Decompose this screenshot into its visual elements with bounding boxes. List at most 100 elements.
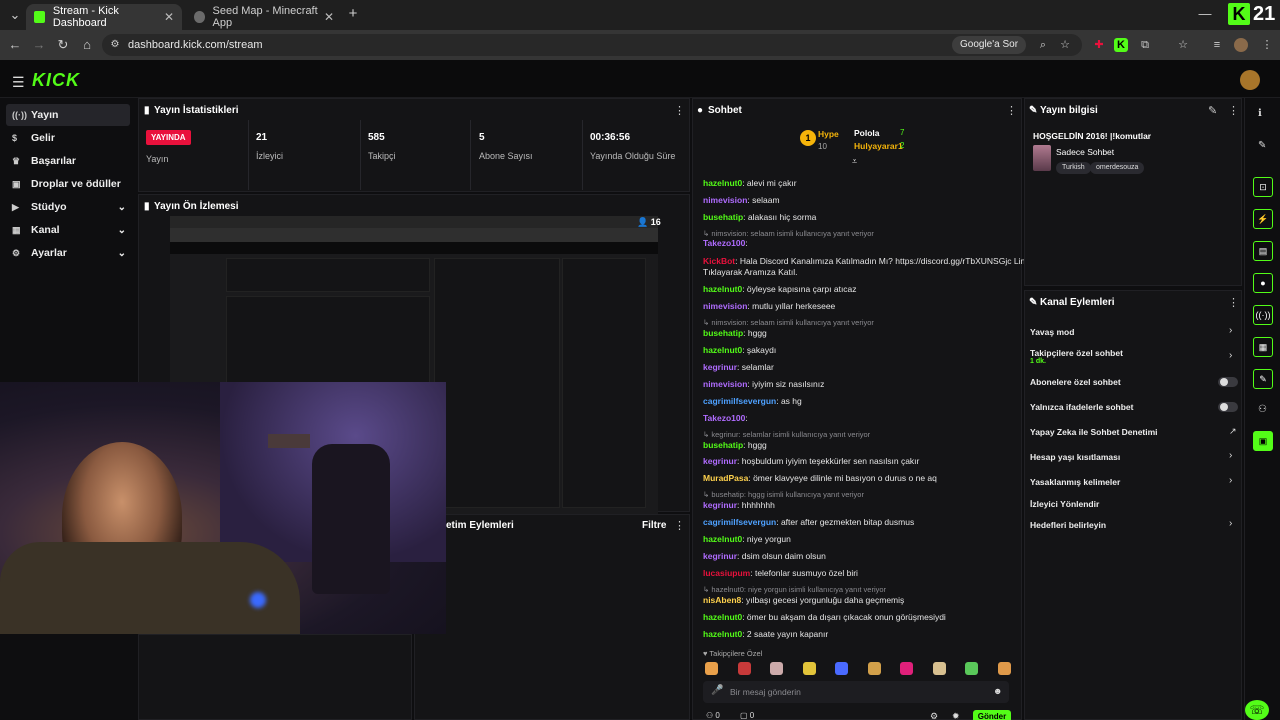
sidebar-item-basarilar[interactable]: ♛ Başarılar (6, 150, 130, 172)
minimize-icon[interactable]: — (1196, 5, 1214, 23)
chat-message[interactable]: busehatip: hggg (703, 440, 767, 450)
chat-message[interactable]: hazelnut0: ömer bu akşam da dışarı çıkac… (703, 612, 946, 622)
action-followers-only[interactable]: Takipçilere özel sohbet (1030, 348, 1123, 358)
microphone-icon[interactable]: 🎤 (711, 685, 723, 696)
profile-icon[interactable] (1234, 38, 1248, 52)
chat-message[interactable]: busehatip: hggg (703, 328, 767, 338)
kick-logo[interactable]: KICK (32, 70, 80, 91)
chat-username[interactable]: kegrinur (703, 500, 737, 510)
emote-icon[interactable] (867, 662, 881, 675)
site-info-icon[interactable]: ⚙ (106, 36, 124, 54)
chat-username[interactable]: hazelnut0 (703, 534, 742, 544)
chat-message[interactable]: nimevision: iyiyim siz nasılsınız (703, 379, 824, 389)
more-icon[interactable]: ⋮ (674, 104, 685, 117)
emote-icon[interactable] (997, 662, 1011, 675)
close-icon[interactable]: ✕ (164, 10, 174, 24)
action-slow-mode[interactable]: Yavaş mod (1030, 327, 1074, 337)
chat-message[interactable]: kegrinur: hhhhhhh (703, 500, 775, 510)
emote-icon[interactable] (737, 662, 751, 675)
chat-message[interactable]: hazelnut0: niye yorgun (703, 534, 791, 544)
chat-message[interactable]: hazelnut0: şakaydı (703, 345, 776, 355)
tab-kick-dashboard[interactable]: Stream - Kick Dashboard ✕ (26, 4, 182, 30)
chat-input[interactable]: 🎤 Bir mesaj gönderin ☻ (703, 681, 1009, 703)
google-ask-button[interactable]: Google'a Sor (952, 36, 1027, 54)
home-icon[interactable]: ⌂ (78, 36, 96, 54)
chat-message[interactable]: hazelnut0: alevi mi çakır (703, 178, 797, 188)
extensions-icon[interactable]: ⧉ (1138, 38, 1152, 52)
chat-username[interactable]: nimevision (703, 301, 747, 311)
chat-message[interactable]: cagrimilfsevergun: after after gezmekten… (703, 517, 914, 527)
chat-username[interactable]: nimevision (703, 195, 747, 205)
action-account-age[interactable]: Hesap yaşı kısıtlaması (1030, 452, 1120, 462)
edit-icon[interactable]: ✎ (1208, 104, 1217, 117)
slots-icon[interactable]: ▢ 0 (740, 711, 754, 720)
chat-username[interactable]: hazelnut0 (703, 612, 742, 622)
chat-message[interactable]: kegrinur: selamlar (703, 362, 774, 372)
chat-message[interactable]: Takezo100: (703, 413, 748, 423)
gear-icon[interactable]: ✹ (952, 711, 960, 720)
back-icon[interactable]: ← (6, 36, 24, 54)
sidebar-item-gelir[interactable]: $ Gelir (6, 127, 130, 149)
emotes-only-toggle[interactable] (1218, 402, 1238, 412)
calendar-icon[interactable]: ▦ (1253, 337, 1273, 357)
sidebar-item-yayin[interactable]: ((·)) Yayın (6, 104, 130, 126)
filter-button[interactable]: Filtre (642, 520, 666, 531)
user-avatar[interactable] (1240, 70, 1260, 90)
sidebar-item-kanal[interactable]: ▦ Kanal ⌄ (6, 219, 130, 241)
chevron-right-icon[interactable]: › (1229, 518, 1232, 529)
emote-icon[interactable] (932, 662, 946, 675)
chat-message[interactable]: Takezo100: (703, 238, 748, 248)
chat-username[interactable]: hazelnut0 (703, 345, 742, 355)
add-widget-icon[interactable]: ▣ (1253, 431, 1273, 451)
chat-username[interactable]: busehatip (703, 440, 743, 450)
chat-username[interactable]: busehatip (703, 212, 743, 222)
kick-extension-icon[interactable]: K (1114, 38, 1128, 52)
top-user-2[interactable]: Hulyayarar1 (854, 141, 903, 151)
close-icon[interactable]: ✕ (324, 10, 334, 24)
chat-message[interactable]: KickBot: Hala Discord Kanalımıza Katılma… (703, 256, 1034, 266)
chat-message[interactable]: kegrinur: hoşbuldum iyiyim teşekkürler s… (703, 456, 919, 466)
emote-icon[interactable] (965, 662, 978, 675)
sidebar-item-droplar[interactable]: ▣ Droplar ve ödüller (6, 173, 130, 195)
action-set-goals[interactable]: Hedefleri belirleyin (1030, 520, 1106, 530)
chevron-right-icon[interactable]: › (1229, 475, 1232, 486)
chat-username[interactable]: hazelnut0 (703, 178, 742, 188)
chat-username[interactable]: lucasiupum (703, 568, 750, 578)
chat-message[interactable]: busehatip: alakasıı hiç sorma (703, 212, 816, 222)
chat-username[interactable]: hazelnut0 (703, 284, 742, 294)
sidebar-item-studyo[interactable]: ▶ Stüdyo ⌄ (6, 196, 130, 218)
chat-username[interactable]: nisAben8 (703, 595, 741, 605)
tab-seed-map[interactable]: Seed Map - Minecraft App ✕ (186, 4, 342, 30)
forward-icon[interactable]: → (30, 36, 48, 54)
chat-username[interactable]: cagrimilfsevergun (703, 517, 776, 527)
users-icon[interactable]: ⚇ (1258, 404, 1267, 415)
chevron-down-icon[interactable]: ⩡ (852, 156, 857, 167)
emote-icon[interactable] (705, 662, 718, 675)
document-icon[interactable]: ▤ (1253, 241, 1273, 261)
chat-username[interactable]: kegrinur (703, 362, 737, 372)
reload-icon[interactable]: ↻ (54, 36, 72, 54)
menu-icon[interactable]: ⋮ (1260, 38, 1274, 52)
chevron-right-icon[interactable]: › (1229, 350, 1232, 361)
pencil-icon[interactable]: ✎ (1258, 140, 1266, 151)
chat-username[interactable]: busehatip (703, 328, 743, 338)
clip-icon[interactable]: ⊡ (1253, 177, 1273, 197)
extension-red-icon[interactable]: ✚ (1092, 38, 1106, 52)
star-icon[interactable]: ☆ (1058, 38, 1072, 52)
hamburger-menu-icon[interactable]: ☰ (12, 74, 25, 91)
action-banned-words[interactable]: Yasaklanmış kelimeler (1030, 477, 1120, 487)
chat-message[interactable]: nimevision: selaam (703, 195, 780, 205)
chat-message[interactable]: cagrimilfsevergun: as hg (703, 396, 802, 406)
chat-username[interactable]: Takezo100 (703, 413, 745, 423)
chat-username[interactable]: MuradPasa (703, 473, 748, 483)
action-subscribers-only[interactable]: Abonelere özel sohbet (1030, 377, 1121, 387)
wrench-icon[interactable]: ✎ (1253, 369, 1273, 389)
chat-username[interactable]: hazelnut0 (703, 629, 742, 639)
chat-username[interactable]: kegrinur (703, 551, 737, 561)
chat-bubble-icon[interactable]: ● (1253, 273, 1273, 293)
emote-icon[interactable] (900, 662, 913, 675)
chat-message[interactable]: kegrinur: dsim olsun daim olsun (703, 551, 826, 561)
external-link-icon[interactable]: ↗ (1229, 426, 1237, 437)
chat-username[interactable]: kegrinur (703, 456, 737, 466)
new-tab-icon[interactable]: + (344, 5, 362, 23)
